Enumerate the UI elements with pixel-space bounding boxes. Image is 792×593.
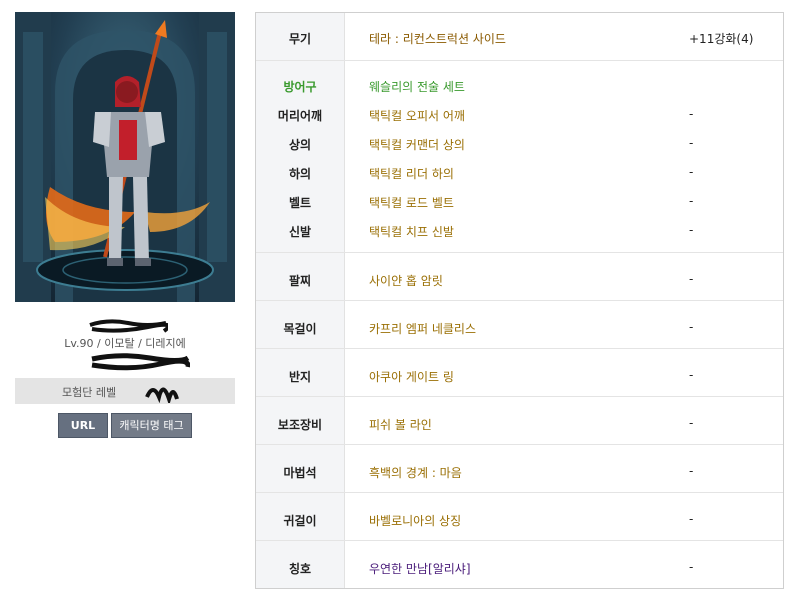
row-divider [256,396,783,397]
shoes-label: 신발 [288,225,312,239]
earring-enhance: - [689,512,694,526]
support-item-link[interactable]: 피쉬 볼 라인 [369,416,432,433]
bracelet-enhance: - [689,272,694,286]
magic-stone-enhance: - [689,464,694,478]
row-divider [256,300,783,301]
ring-item-link[interactable]: 아쿠아 게이트 링 [369,368,454,385]
ring-enhance: - [689,368,694,382]
row-divider [256,540,783,541]
magic-stone-label: 마법석 [283,466,317,480]
name-redaction [89,319,168,333]
equipment-table: 무기 테라 : 리컨스트럭션 사이드 +11강화(4) 방어구 웨슬리의 전술 … [255,12,784,589]
top-label: 상의 [288,138,312,152]
adventure-level-bar: 모험단 레벨 [15,378,235,404]
character-info: Lv.90 / 이모탈 / 디레지에 [64,337,186,350]
shoulder-enhance: - [689,107,694,121]
bottom-item-link[interactable]: 택틱컬 리더 하의 [369,165,454,182]
shoes-enhance: - [689,223,694,237]
adventure-level-label: 모험단 레벨 [62,386,117,399]
necklace-label: 목걸이 [283,322,317,336]
title-label: 칭호 [288,562,312,576]
support-label: 보조장비 [277,418,323,432]
earring-label: 귀걸이 [283,514,317,528]
belt-item-link[interactable]: 택틱컬 로드 벨트 [369,194,454,211]
row-divider [256,444,783,445]
shoulder-label: 머리어깨 [277,109,323,123]
magic-stone-item-link[interactable]: 흑백의 경계 : 마음 [369,464,462,481]
weapon-item-link[interactable]: 테라 : 리컨스트럭션 사이드 [369,30,506,47]
shoulder-item-link[interactable]: 택틱컬 오피서 어깨 [369,107,465,124]
bottom-label: 하의 [288,167,312,181]
row-divider [256,252,783,253]
belt-label: 벨트 [288,196,312,210]
support-enhance: - [689,416,694,430]
row-divider [256,60,783,61]
necklace-enhance: - [689,320,694,334]
weapon-label: 무기 [288,32,312,46]
belt-enhance: - [689,194,694,208]
bottom-enhance: - [689,165,694,179]
shoes-item-link[interactable]: 택틱컬 치프 신발 [369,223,454,240]
ring-label: 반지 [288,370,312,384]
armor-label: 방어구 [283,80,317,94]
character-tag-button[interactable]: 캐릭터명 태그 [111,413,192,438]
url-button[interactable]: URL [58,413,108,438]
top-enhance: - [689,136,694,150]
bracelet-label: 팔찌 [288,274,312,288]
earring-item-link[interactable]: 바벨로니아의 상징 [369,512,461,529]
top-item-link[interactable]: 택틱컬 커맨더 상의 [369,136,465,153]
row-divider [256,348,783,349]
adventure-level-redaction [145,387,179,403]
bracelet-item-link[interactable]: 사이얀 홉 암릿 [369,272,443,289]
armor-set-link[interactable]: 웨슬리의 전술 세트 [369,78,465,95]
guild-redaction [91,353,190,371]
row-divider [256,492,783,493]
necklace-item-link[interactable]: 카프리 엠퍼 네클리스 [369,320,476,337]
title-item-link[interactable]: 우연한 만남[알리샤] [369,560,471,577]
title-enhance: - [689,560,694,574]
weapon-enhance: +11강화(4) [689,32,754,46]
character-image [15,12,235,302]
